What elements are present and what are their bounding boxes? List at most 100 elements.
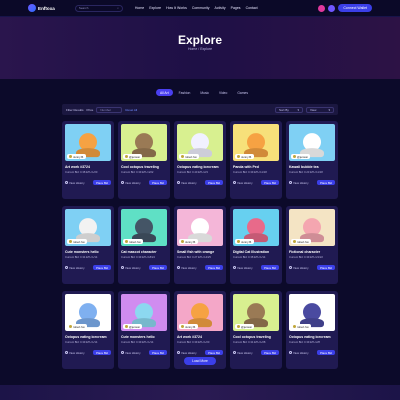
- place-bid-button[interactable]: Place Bid: [317, 180, 335, 185]
- nft-title[interactable]: Octopus eating icecream: [65, 335, 111, 339]
- owner-badge[interactable]: @jenson: [123, 154, 143, 159]
- nft-title[interactable]: Kawaii bubble tea: [289, 165, 335, 169]
- owner-badge[interactable]: @jenson: [123, 324, 143, 329]
- load-more-button[interactable]: Load More: [184, 357, 216, 365]
- menu-item-home[interactable]: Home: [135, 6, 144, 10]
- place-bid-button[interactable]: Place Bid: [317, 265, 335, 270]
- nft-title[interactable]: Fictional character: [289, 250, 335, 254]
- owner-badge[interactable]: robert.fox: [67, 239, 87, 244]
- owner-badge[interactable]: robert.fox: [123, 239, 143, 244]
- nft-card[interactable]: Jenny B. Panda with Ped Current Bid: 0.39 …: [230, 121, 282, 199]
- owner-badge[interactable]: Jenny B.: [235, 239, 254, 244]
- nft-card[interactable]: Jenny B. Digital Cat Illustration Current …: [230, 206, 282, 284]
- place-bid-button[interactable]: Place Bid: [205, 265, 223, 270]
- nft-title[interactable]: Octopus eating icecream: [289, 335, 335, 339]
- nft-title[interactable]: Small fish with orange: [177, 250, 223, 254]
- nft-image[interactable]: @jenson: [233, 294, 279, 331]
- nft-card[interactable]: robert.fox Cat mascot character Current Bi…: [118, 206, 170, 284]
- place-bid-button[interactable]: Place Bid: [93, 180, 111, 185]
- owner-badge[interactable]: @jenson: [291, 154, 311, 159]
- nft-card[interactable]: robert.fox Octopus eating icecream Current…: [174, 121, 226, 199]
- view-history-link[interactable]: View History: [233, 181, 253, 185]
- nft-title[interactable]: Cute monsters hello: [121, 335, 167, 339]
- view-history-link[interactable]: View History: [177, 351, 197, 355]
- nft-card[interactable]: robert.fox Octopus eating icecream Current…: [62, 291, 114, 369]
- tab-video[interactable]: Video: [215, 89, 231, 96]
- view-history-link[interactable]: View History: [289, 181, 309, 185]
- price-select[interactable]: Number: [96, 106, 123, 113]
- nft-image[interactable]: @jenson: [121, 294, 167, 331]
- view-history-link[interactable]: View History: [121, 351, 141, 355]
- tab-fashion[interactable]: Fashion: [175, 89, 195, 96]
- view-history-link[interactable]: View History: [65, 266, 85, 270]
- nft-card[interactable]: robert.fox Fictional character Current Bid…: [286, 206, 338, 284]
- logo[interactable]: Enftoxa: [28, 4, 55, 12]
- nft-title[interactable]: Octopus eating icecream: [177, 165, 223, 169]
- nft-image[interactable]: robert.fox: [121, 209, 167, 246]
- place-bid-button[interactable]: Place Bid: [149, 180, 167, 185]
- nft-image[interactable]: robert.fox: [65, 209, 111, 246]
- place-bid-button[interactable]: Place Bid: [317, 350, 335, 355]
- nft-image[interactable]: Jenny B.: [233, 209, 279, 246]
- menu-item-how-it-works[interactable]: How It Works: [166, 6, 187, 10]
- nft-image[interactable]: robert.fox: [65, 294, 111, 331]
- nft-image[interactable]: Jenny B.: [65, 124, 111, 161]
- nft-title[interactable]: Cool octopus traveling: [121, 165, 167, 169]
- nft-image[interactable]: robert.fox: [177, 124, 223, 161]
- place-bid-button[interactable]: Place Bid: [205, 350, 223, 355]
- nft-title[interactable]: Cool octopus traveling: [233, 335, 279, 339]
- nft-image[interactable]: robert.fox: [289, 294, 335, 331]
- nft-image[interactable]: robert.fox: [289, 209, 335, 246]
- place-bid-button[interactable]: Place Bid: [149, 265, 167, 270]
- nft-card[interactable]: @jenson Cool octopus traveling Current Bid…: [230, 291, 282, 369]
- place-bid-button[interactable]: Place Bid: [261, 265, 279, 270]
- place-bid-button[interactable]: Place Bid: [261, 180, 279, 185]
- nft-card[interactable]: Jenny B. Art work #3724 Current Bid: 0.38 …: [62, 121, 114, 199]
- view-history-link[interactable]: View History: [233, 351, 253, 355]
- place-bid-button[interactable]: Place Bid: [93, 265, 111, 270]
- nft-title[interactable]: Cute monsters hello: [65, 250, 111, 254]
- place-bid-button[interactable]: Place Bid: [205, 180, 223, 185]
- view-history-link[interactable]: View History: [121, 181, 141, 185]
- nft-image[interactable]: Jenny B.: [177, 209, 223, 246]
- nft-title[interactable]: Art work #3724: [65, 165, 111, 169]
- nft-title[interactable]: Digital Cat Illustration: [233, 250, 279, 254]
- view-history-link[interactable]: View History: [65, 181, 85, 185]
- nft-title[interactable]: Panda with Ped: [233, 165, 279, 169]
- view-history-link[interactable]: View History: [177, 266, 197, 270]
- place-bid-button[interactable]: Place Bid: [149, 350, 167, 355]
- nft-card[interactable]: robert.fox Cute monsters hello Current Bid…: [62, 206, 114, 284]
- menu-item-explore[interactable]: Explore: [149, 6, 161, 10]
- view-history-link[interactable]: View History: [233, 266, 253, 270]
- view-select[interactable]: View ▾: [306, 106, 334, 113]
- place-bid-button[interactable]: Place Bid: [261, 350, 279, 355]
- tab-games[interactable]: Games: [233, 89, 252, 96]
- menu-item-pages[interactable]: Pages: [231, 6, 241, 10]
- view-history-link[interactable]: View History: [289, 266, 309, 270]
- owner-badge[interactable]: @jenson: [235, 324, 255, 329]
- owner-badge[interactable]: Jenny B.: [235, 154, 254, 159]
- owner-badge[interactable]: Jenny B.: [179, 324, 198, 329]
- menu-item-community[interactable]: Community: [192, 6, 210, 10]
- nft-card[interactable]: @jenson Kawaii bubble tea Current Bid: 0.2…: [286, 121, 338, 199]
- tab-music[interactable]: Music: [196, 89, 213, 96]
- nft-image[interactable]: Jenny B.: [177, 294, 223, 331]
- view-history-link[interactable]: View History: [65, 351, 85, 355]
- menu-item-activity[interactable]: Activity: [215, 6, 226, 10]
- owner-badge[interactable]: robert.fox: [291, 324, 311, 329]
- nft-image[interactable]: @jenson: [289, 124, 335, 161]
- owner-badge[interactable]: robert.fox: [67, 324, 87, 329]
- view-history-link[interactable]: View History: [121, 266, 141, 270]
- nft-title[interactable]: Art work #3724: [177, 335, 223, 339]
- nft-title[interactable]: Cat mascot character: [121, 250, 167, 254]
- owner-badge[interactable]: Jenny B.: [67, 154, 86, 159]
- owner-badge[interactable]: robert.fox: [179, 154, 199, 159]
- view-history-link[interactable]: View History: [289, 351, 309, 355]
- nft-card[interactable]: Jenny B. Small fish with orange Current Bi…: [174, 206, 226, 284]
- tab-all-art[interactable]: All Art: [156, 89, 173, 96]
- connect-wallet-button[interactable]: Connect Wallet: [338, 4, 372, 12]
- owner-badge[interactable]: Jenny B.: [179, 239, 198, 244]
- search-input[interactable]: Search ⌕: [74, 4, 123, 12]
- profile-icon[interactable]: [328, 4, 336, 12]
- sort-select[interactable]: Sort By ▾: [275, 106, 303, 113]
